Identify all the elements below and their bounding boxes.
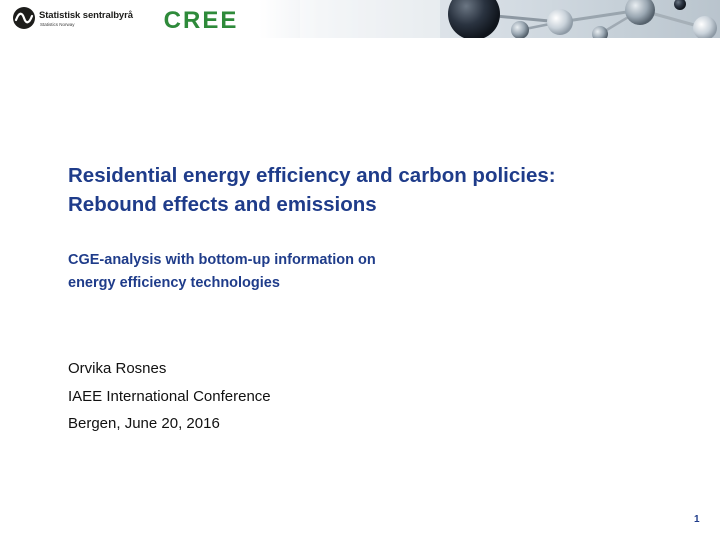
event-name: IAEE International Conference: [68, 387, 271, 405]
slide-subtitle: CGE-analysis with bottom-up information …: [68, 249, 628, 295]
subtitle-line-2: energy efficiency technologies: [68, 275, 280, 291]
author-name: Orvika Rosnes: [68, 360, 167, 377]
page-number: 1: [694, 514, 700, 525]
slide: Statistisk sentralbyrå Statistics Norway…: [0, 0, 720, 540]
title-line-1: Residential energy efficiency and carbon…: [68, 164, 556, 187]
ssb-logo-name: Statistisk sentralbyrå: [39, 10, 133, 21]
slide-title: Residential energy efficiency and carbon…: [68, 161, 688, 219]
title-line-2: Rebound effects and emissions: [68, 193, 377, 216]
author-info: Orvika Rosnes IAEE International Confere…: [68, 355, 468, 438]
ssb-logo-subname: Statistics Norway: [40, 22, 75, 27]
event-place-date: Bergen, June 20, 2016: [68, 415, 220, 432]
ssb-logo: Statistisk sentralbyrå Statistics Norway: [12, 6, 142, 32]
ssb-logo-icon: [13, 7, 35, 29]
header-band: Statistisk sentralbyrå Statistics Norway…: [0, 0, 720, 38]
cree-logo: CREE: [149, 9, 253, 31]
cree-logo-text: CREE: [164, 9, 239, 31]
subtitle-line-1: CGE-analysis with bottom-up information …: [68, 252, 376, 268]
